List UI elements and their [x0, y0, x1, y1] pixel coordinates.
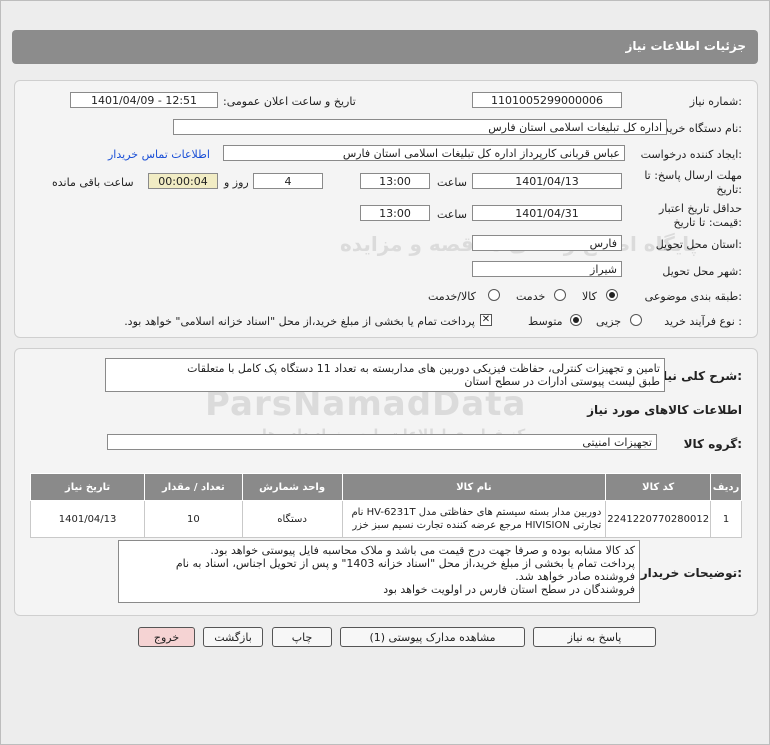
buyer-contact-link[interactable]: اطلاعات تماس خریدار — [108, 148, 210, 161]
category-service-label: خدمت — [516, 290, 546, 303]
cell-quantity: 10 — [144, 500, 243, 538]
header-name: نام کالا — [341, 473, 607, 501]
items-section-title: اطلاعات کالاهای مورد نیاز — [587, 403, 742, 417]
buyer-label: نام دستگاه خریدار: — [655, 122, 742, 135]
validity-date-field[interactable]: 1401/04/31 — [472, 205, 622, 221]
cell-name-line-2: تجارتی HIVISION مرجع عرضه کننده تجارت نس… — [352, 520, 602, 531]
reply-button[interactable]: پاسخ به نیاز — [533, 627, 656, 647]
summary-textarea[interactable]: تامین و تجهیزات کنترلی، حفاظت فیزیکی دور… — [105, 358, 665, 392]
cell-need-date: 1401/04/13 — [29, 500, 146, 538]
print-button[interactable]: چاپ — [272, 627, 332, 647]
cell-name-line-1: دوربین مدار بسته سیستم های حفاظتی مدل HV… — [351, 507, 602, 518]
buyer-notes-line-2: پرداخت تمام یا بخشی از مبلغ خرید،از محل … — [175, 557, 635, 570]
table-row[interactable]: 1 2241220770280012 دوربین مدار بسته سیست… — [29, 500, 742, 538]
city-field[interactable]: شیراز — [472, 261, 622, 277]
deadline-date-field[interactable]: 1401/04/13 — [472, 173, 622, 189]
remaining-time-field[interactable]: 00:00:04 — [148, 173, 218, 189]
cell-row-number: 1 — [710, 500, 742, 538]
need-number-field[interactable]: 1101005299000006 — [472, 92, 622, 108]
summary-line-2: طبق لیست پیوستی ادارات در سطح استان — [464, 375, 660, 388]
city-label: شهر محل تحویل: — [662, 265, 742, 278]
header-unit: واحد شمارش — [241, 473, 343, 501]
days-remaining-field[interactable]: 4 — [253, 173, 323, 189]
buyer-notes-line-3: فروشنده صادر خواهد شد. — [515, 570, 635, 583]
deadline-time-field[interactable]: 13:00 — [360, 173, 430, 189]
window-title: جزئیات اطلاعات نیاز — [625, 39, 746, 53]
buyer-notes-line-1: کد کالا مشابه بوده و صرفا جهت درج قیمت م… — [210, 544, 635, 557]
category-goods-radio[interactable] — [606, 289, 618, 301]
deadline-time-label: ساعت — [437, 176, 467, 189]
table-header-row: ردیف کد کالا نام کالا واحد شمارش تعداد /… — [29, 473, 742, 501]
validity-label-1: حداقل تاریخ اعتبار — [658, 202, 742, 215]
process-medium-radio[interactable] — [570, 314, 582, 326]
days-label: روز و — [224, 176, 249, 189]
announce-label: تاریخ و ساعت اعلان عمومی: — [223, 95, 356, 108]
process-medium-label: متوسط — [528, 315, 563, 328]
category-both-label: کالا/خدمت — [428, 290, 476, 303]
cell-unit: دستگاه — [241, 500, 343, 538]
header-code: کد کالا — [605, 473, 712, 501]
back-button[interactable]: بازگشت — [203, 627, 263, 647]
buyer-notes-line-4: فروشندگان در سطح استان فارس در اولویت خو… — [383, 583, 635, 596]
window-titlebar: جزئیات اطلاعات نیاز — [12, 30, 758, 64]
buyer-notes-textarea[interactable]: کد کالا مشابه بوده و صرفا جهت درج قیمت م… — [118, 540, 640, 603]
announce-datetime-field[interactable]: 1401/04/09 - 12:51 — [70, 92, 218, 108]
header-quantity: تعداد / مقدار — [144, 473, 243, 501]
header-row-number: ردیف — [710, 473, 742, 501]
header-need-date: تاریخ نیاز — [29, 473, 146, 501]
category-service-radio[interactable] — [554, 289, 566, 301]
process-partial-radio[interactable] — [630, 314, 642, 326]
exit-button[interactable]: خروج — [138, 627, 195, 647]
summary-line-1: تامین و تجهیزات کنترلی، حفاظت فیزیکی دور… — [187, 362, 660, 375]
summary-label: شرح کلی نیاز: — [656, 369, 742, 383]
province-label: استان محل تحویل: — [655, 238, 742, 251]
need-number-label: شماره نیاز: — [689, 95, 742, 108]
deadline-label-1: مهلت ارسال پاسخ: تا — [644, 169, 742, 182]
treasury-checkbox[interactable]: ✕ — [480, 314, 492, 326]
requester-label: ایجاد کننده درخواست: — [640, 148, 742, 161]
category-label: طبقه بندی موضوعی: — [644, 290, 742, 303]
buyer-notes-label: توضیحات خریدار: — [640, 566, 742, 580]
view-attachments-button[interactable]: مشاهده مدارک پیوستی (1) — [340, 627, 525, 647]
treasury-note: پرداخت تمام یا بخشی از مبلغ خرید،از محل … — [124, 315, 475, 328]
category-both-radio[interactable] — [488, 289, 500, 301]
process-partial-label: جزیی — [596, 315, 622, 328]
item-group-field[interactable]: تجهیزات امنیتی — [107, 434, 657, 450]
province-field[interactable]: فارس — [472, 235, 622, 251]
validity-time-label: ساعت — [437, 208, 467, 221]
cell-code: 2241220770280012 — [605, 500, 712, 538]
validity-time-field[interactable]: 13:00 — [360, 205, 430, 221]
process-label: نوع فرآیند خرید : — [664, 315, 742, 328]
category-goods-label: کالا — [582, 290, 597, 303]
deadline-label-2: تاریخ: — [716, 183, 742, 196]
item-group-label: گروه کالا: — [683, 437, 742, 451]
buyer-field[interactable]: اداره کل تبلیغات اسلامی استان فارس — [173, 119, 667, 135]
validity-label-2: قیمت: تا تاریخ: — [673, 216, 742, 229]
cell-name: دوربین مدار بسته سیستم های حفاظتی مدل HV… — [341, 500, 607, 538]
remaining-label: ساعت باقی مانده — [52, 176, 134, 189]
requester-field[interactable]: عباس قربانی کارپرداز اداره کل تبلیغات اس… — [223, 145, 625, 161]
items-table: ردیف کد کالا نام کالا واحد شمارش تعداد /… — [29, 473, 742, 538]
